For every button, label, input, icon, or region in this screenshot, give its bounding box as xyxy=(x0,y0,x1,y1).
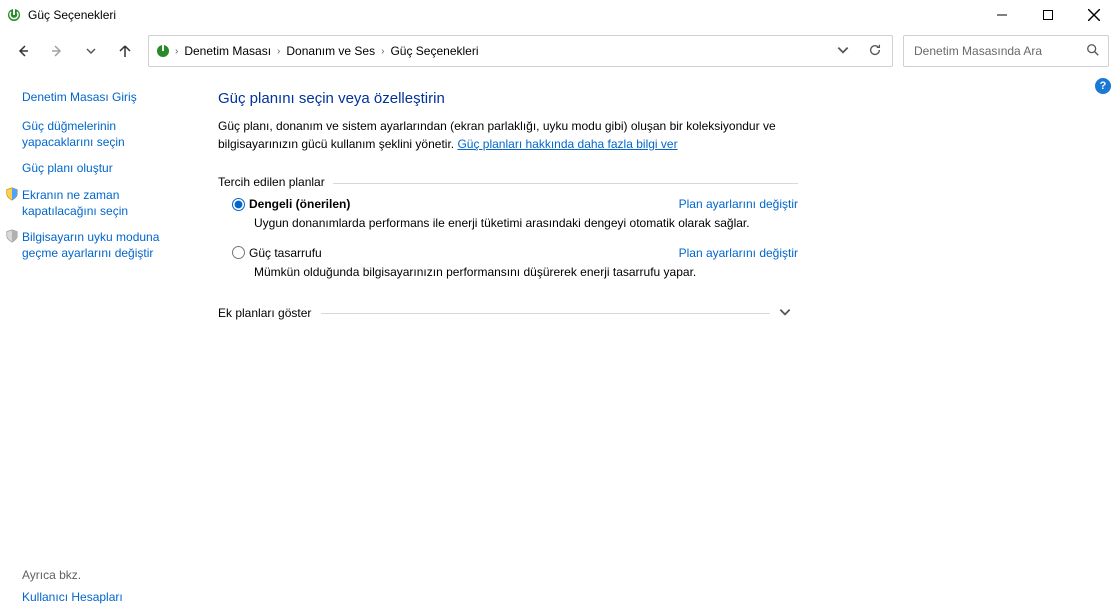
show-additional-plans-label: Ek planları göster xyxy=(218,306,311,320)
breadcrumb-hardware-sound[interactable]: Donanım ve Ses xyxy=(282,44,379,58)
show-additional-plans[interactable]: Ek planları göster xyxy=(218,301,798,326)
divider xyxy=(321,313,770,314)
shield-icon xyxy=(4,229,20,243)
sidebar-see-also: Ayrıca bkz. Kullanıcı Hesapları xyxy=(22,568,188,604)
address-bar[interactable]: › Denetim Masası › Donanım ve Ses › Güç … xyxy=(148,35,893,67)
plan-power-saver-radio[interactable] xyxy=(232,246,245,259)
sidebar-item-label: Güç planı oluştur xyxy=(22,160,113,176)
recent-locations-button[interactable] xyxy=(76,36,106,66)
plan-power-saver-change-link[interactable]: Plan ayarlarını değiştir xyxy=(679,246,798,260)
chevron-right-icon: › xyxy=(275,46,282,57)
page-intro: Güç planı, donanım ve sistem ayarlarında… xyxy=(218,117,838,153)
power-options-icon xyxy=(6,7,22,23)
sidebar-home-link[interactable]: Denetim Masası Giriş xyxy=(22,90,188,104)
see-also-user-accounts[interactable]: Kullanıcı Hesapları xyxy=(22,590,123,604)
minimize-button[interactable] xyxy=(979,0,1025,30)
content: ? Güç planını seçin veya özelleştirin Gü… xyxy=(200,72,1117,616)
forward-button[interactable] xyxy=(42,36,72,66)
window-title: Güç Seçenekleri xyxy=(28,8,116,22)
titlebar: Güç Seçenekleri xyxy=(0,0,1117,30)
plan-balanced-label[interactable]: Dengeli (önerilen) xyxy=(249,197,350,211)
plan-balanced-radio[interactable] xyxy=(232,198,245,211)
body: Denetim Masası Giriş Güç düğmelerinin ya… xyxy=(0,72,1117,616)
page-title: Güç planını seçin veya özelleştirin xyxy=(218,90,1089,107)
sidebar-item-display-off[interactable]: Ekranın ne zaman kapatılacağını seçin xyxy=(22,187,188,219)
search-box[interactable] xyxy=(903,35,1109,67)
window-buttons xyxy=(979,0,1117,30)
address-dropdown-button[interactable] xyxy=(836,43,850,60)
chevron-right-icon: › xyxy=(173,46,180,57)
plan-balanced-desc: Uygun donanımlarda performans ile enerji… xyxy=(254,215,798,232)
plan-power-saver: Güç tasarrufu Plan ayarlarını değiştir M… xyxy=(232,246,798,281)
see-also-heading: Ayrıca bkz. xyxy=(22,568,188,582)
close-button[interactable] xyxy=(1071,0,1117,30)
navbar: › Denetim Masası › Donanım ve Ses › Güç … xyxy=(0,30,1117,72)
chevron-down-icon xyxy=(778,305,792,322)
breadcrumb-control-panel[interactable]: Denetim Masası xyxy=(180,44,275,58)
intro-link[interactable]: Güç planları hakkında daha fazla bilgi v… xyxy=(457,137,677,151)
preferred-plans-legend: Tercih edilen planlar xyxy=(218,175,333,189)
plan-balanced-change-link[interactable]: Plan ayarlarını değiştir xyxy=(679,197,798,211)
control-panel-icon xyxy=(155,43,171,59)
chevron-right-icon: › xyxy=(379,46,386,57)
sidebar: Denetim Masası Giriş Güç düğmelerinin ya… xyxy=(0,72,200,616)
back-button[interactable] xyxy=(8,36,38,66)
sidebar-item-sleep-settings[interactable]: Bilgisayarın uyku moduna geçme ayarların… xyxy=(22,229,188,261)
plan-balanced: Dengeli (önerilen) Plan ayarlarını değiş… xyxy=(232,197,798,232)
sidebar-item-label: Ekranın ne zaman kapatılacağını seçin xyxy=(22,187,188,219)
search-input[interactable] xyxy=(912,43,1086,59)
search-icon[interactable] xyxy=(1086,43,1100,60)
breadcrumb-power-options[interactable]: Güç Seçenekleri xyxy=(386,44,482,58)
sidebar-item-button-action[interactable]: Güç düğmelerinin yapacaklarını seçin xyxy=(22,118,188,150)
sidebar-item-label: Bilgisayarın uyku moduna geçme ayarların… xyxy=(22,229,188,261)
sidebar-item-create-plan[interactable]: Güç planı oluştur xyxy=(22,160,188,176)
up-button[interactable] xyxy=(110,36,140,66)
maximize-button[interactable] xyxy=(1025,0,1071,30)
plan-power-saver-label[interactable]: Güç tasarrufu xyxy=(249,246,322,260)
refresh-button[interactable] xyxy=(868,43,882,60)
sidebar-item-label: Güç düğmelerinin yapacaklarını seçin xyxy=(22,118,188,150)
shield-icon xyxy=(4,187,20,201)
help-button[interactable]: ? xyxy=(1095,78,1111,94)
plan-power-saver-desc: Mümkün olduğunda bilgisayarınızın perfor… xyxy=(254,264,798,281)
preferred-plans-group: Tercih edilen planlar Dengeli (önerilen)… xyxy=(218,175,798,281)
